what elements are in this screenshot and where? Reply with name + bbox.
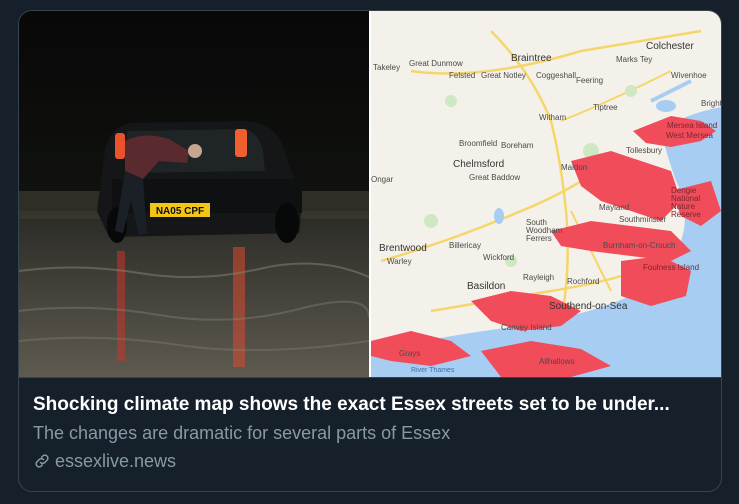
place-label: Grays (399, 349, 421, 358)
place-label: Broomfield (459, 139, 498, 148)
place-label: Foulness Island (643, 263, 700, 272)
place-label: Brentwood (379, 243, 427, 254)
place-label: South Woodham Ferrers (526, 218, 563, 243)
place-label: Tollesbury (626, 146, 663, 155)
place-label: Rayleigh (523, 273, 555, 282)
place-label: Dengie National Nature Reserve (671, 186, 701, 219)
place-label: Southend-on-Sea (549, 301, 628, 312)
place-label: Brightlingsea (701, 99, 721, 108)
place-label: Wickford (483, 253, 515, 262)
link-preview-card[interactable]: NA05 CPF Colchester Braintree Marks Tey … (18, 10, 722, 492)
place-label: Witham (539, 113, 567, 122)
place-label: Warley (387, 257, 412, 266)
place-label: Ongar (371, 175, 394, 184)
place-label: Great Notley (481, 71, 526, 80)
place-label: Maldon (561, 163, 588, 172)
preview-text[interactable]: Shocking climate map shows the exact Ess… (19, 377, 721, 491)
place-label: Chelmsford (453, 159, 505, 170)
flood-map: Colchester Braintree Marks Tey Takeley G… (371, 11, 721, 377)
place-label: River Thames (411, 367, 455, 374)
place-label: Marks Tey (616, 55, 653, 64)
place-label: Burnham-on-Crouch (603, 241, 676, 250)
place-label: Mayland (599, 203, 630, 212)
place-label: Rochford (567, 277, 600, 286)
place-label: Braintree (511, 53, 552, 64)
place-label: Wivenhoe (671, 71, 707, 80)
place-label: Colchester (646, 41, 694, 52)
preview-title[interactable]: Shocking climate map shows the exact Ess… (33, 393, 707, 417)
place-label: Feering (576, 76, 604, 85)
place-label: Tiptree (593, 103, 618, 112)
place-label: Great Baddow (469, 173, 521, 182)
place-label: Mersea Island (667, 121, 718, 130)
place-label: Felsted (449, 71, 476, 80)
preview-description: The changes are dramatic for several par… (33, 423, 451, 443)
preview-media[interactable]: NA05 CPF Colchester Braintree Marks Tey … (19, 11, 721, 377)
place-label: Allhallows (539, 357, 575, 366)
link-icon (35, 454, 49, 468)
place-label: Takeley (373, 63, 401, 72)
place-label: West Mersea (666, 131, 713, 140)
place-label: Great Dunmow (409, 59, 463, 68)
place-label: Boreham (501, 141, 534, 150)
place-label: Canvey Island (501, 323, 552, 332)
license-plate: NA05 CPF (156, 206, 204, 217)
place-label: Billericay (449, 241, 482, 250)
place-label: Coggeshall (536, 71, 577, 80)
place-label: Basildon (467, 281, 506, 292)
flood-photo: NA05 CPF (19, 11, 369, 377)
domain-text: essexlive.news (55, 451, 177, 471)
preview-domain[interactable]: essexlive.news (33, 449, 707, 473)
place-label: Southminster (619, 215, 667, 224)
